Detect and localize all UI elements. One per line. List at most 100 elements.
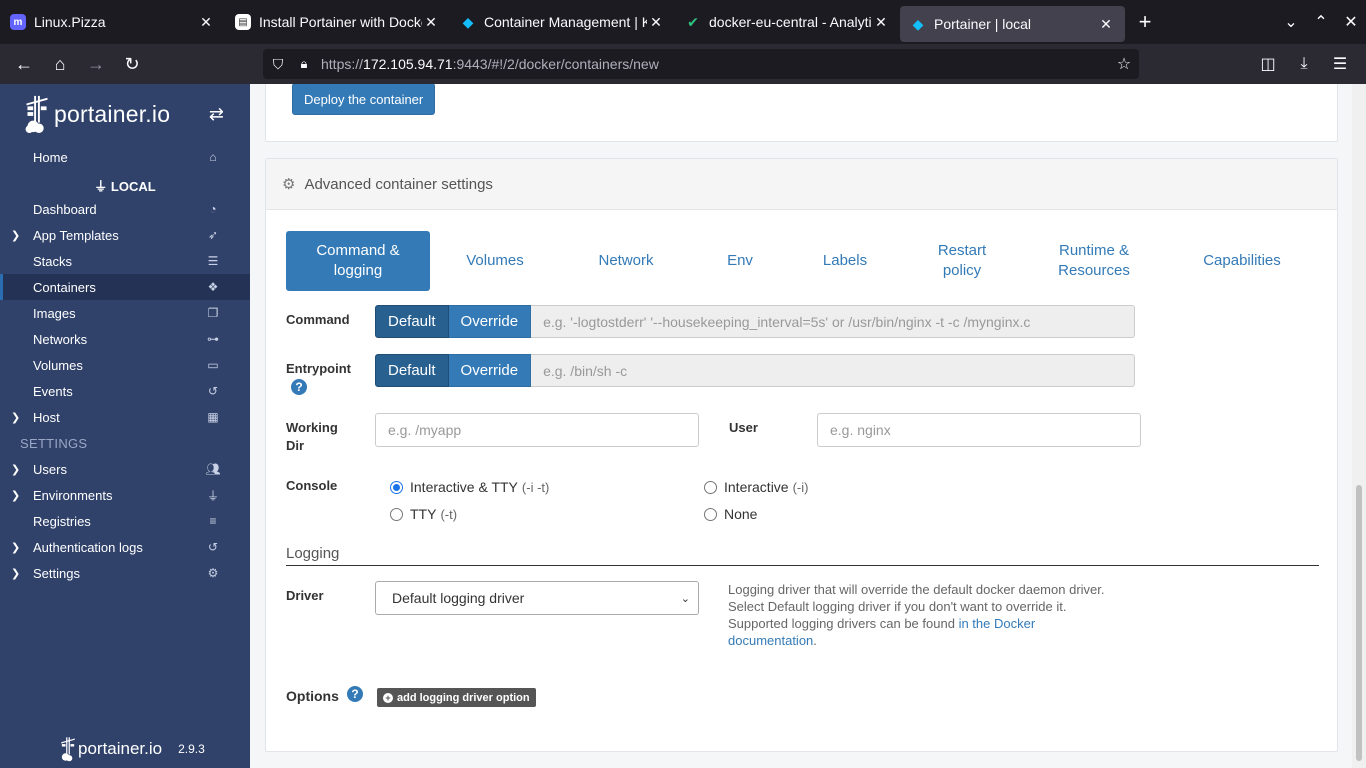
tab-restart-policy[interactable]: Restart policy (926, 231, 998, 291)
settings-section-label: SETTINGS (20, 436, 88, 451)
tab-volumes[interactable]: Volumes (454, 231, 536, 291)
chevron-right-icon[interactable]: ❯ (11, 411, 20, 424)
sidebar-item-label: App Templates (33, 227, 119, 243)
sidebar-item-authentication-logs[interactable]: ❯ Authentication logs ↺ (0, 534, 250, 560)
sidebar-item-label: Events (33, 383, 73, 399)
sidebar-item-home[interactable]: Home ⌂ (0, 144, 250, 170)
sidebar-item-settings[interactable]: ❯ Settings ⚙ (0, 560, 250, 586)
sidebar-item-label: Home (33, 149, 68, 165)
sidebar-item-registries[interactable]: Registries ≡ (0, 508, 250, 534)
new-tab-icon[interactable]: + (1125, 9, 1165, 35)
radio-button[interactable] (390, 480, 403, 494)
console-option-none[interactable]: None (704, 506, 757, 522)
chevron-right-icon[interactable]: ❯ (11, 463, 20, 476)
help-icon[interactable]: ? (291, 379, 307, 395)
sidebar-item-volumes[interactable]: Volumes ▭ (0, 352, 250, 378)
sidebar-item-events[interactable]: Events ↺ (0, 378, 250, 404)
scrollbar-thumb[interactable] (1356, 485, 1362, 761)
tab-list-icon[interactable]: ⌄ (1277, 12, 1305, 32)
lock-icon[interactable]: 🔒︎ (293, 56, 315, 72)
docker-docs-link-cont[interactable]: documentation (728, 633, 813, 648)
sidebar-item-dashboard[interactable]: Dashboard ◔ (0, 196, 250, 222)
add-logging-driver-option-button[interactable]: + add logging driver option (377, 688, 536, 707)
deploy-container-button[interactable]: Deploy the container (292, 84, 436, 115)
docker-docs-link[interactable]: in the Docker (959, 616, 1036, 631)
toggle-sidebar-icon[interactable]: ⇄ (209, 104, 224, 125)
tab-env[interactable]: Env (716, 231, 764, 291)
tab-title: Install Portainer with Docke (259, 14, 422, 30)
sidebar-item-host[interactable]: ❯ Host ▦ (0, 404, 250, 430)
entrypoint-override-button[interactable]: Override (448, 354, 532, 387)
tab-command-logging[interactable]: Command & logging (286, 231, 430, 291)
logging-driver-select[interactable]: Default logging driver ⌄ (375, 581, 699, 615)
browser-tab-portainer-local[interactable]: ◆ Portainer | local ✕ (900, 6, 1125, 42)
maximize-icon[interactable]: ⌃ (1307, 12, 1335, 32)
console-option-interactive-tty[interactable]: Interactive & TTY (-i -t) (390, 479, 549, 495)
chevron-right-icon[interactable]: ❯ (11, 541, 20, 554)
chevron-down-icon: ⌄ (680, 592, 690, 605)
sidebar-item-containers[interactable]: Containers ❖ (0, 274, 250, 300)
footer-brand: portainer.io (78, 739, 163, 758)
command-input[interactable]: e.g. '-logtostderr' '--housekeeping_inte… (531, 305, 1136, 338)
working-dir-label: Working Dir (286, 420, 338, 453)
window-controls: ⌄ ⌃ ✕ (1276, 0, 1366, 44)
menu-icon[interactable]: ☰ (1322, 54, 1358, 74)
sidebar-item-label: Environments (33, 487, 113, 503)
console-option-tty[interactable]: TTY (-t) (390, 506, 457, 522)
radio-button[interactable] (390, 507, 403, 521)
sidebar-item-environments[interactable]: ❯ Environments ⏚ (0, 482, 250, 508)
sidebar-item-networks[interactable]: Networks ⊶ (0, 326, 250, 352)
browser-tab-linux-pizza[interactable]: m Linux.Pizza ✕ (0, 3, 225, 41)
sidebar-item-label: Networks (33, 331, 88, 347)
radio-button[interactable] (704, 480, 717, 494)
chevron-right-icon[interactable]: ❯ (11, 489, 20, 502)
console-option-interactive[interactable]: Interactive (-i) (704, 479, 808, 495)
reload-icon[interactable]: ↻ (114, 54, 150, 75)
brand-logo[interactable]: portainer.io ⇄ (0, 84, 250, 144)
close-icon[interactable]: ✕ (872, 14, 890, 31)
sidebar-item-label: Containers (33, 279, 96, 295)
plus-circle-icon: + (383, 692, 393, 703)
command-default-button[interactable]: Default (375, 305, 449, 338)
close-icon[interactable]: ✕ (197, 14, 215, 31)
download-icon[interactable]: ⤓ (1286, 55, 1322, 73)
sidebar-item-images[interactable]: Images ❐ (0, 300, 250, 326)
history-icon: ↺ (207, 384, 219, 398)
close-icon[interactable]: ✕ (422, 14, 440, 31)
pocket-icon[interactable]: ◫ (1250, 54, 1286, 74)
sidebar-item-users[interactable]: ❯ Users 👥︎ (0, 456, 250, 482)
cubes-icon: ❖ (207, 280, 219, 294)
shield-icon[interactable]: ⛉ (263, 56, 293, 73)
close-icon[interactable]: ✕ (647, 14, 665, 31)
tab-network[interactable]: Network (584, 231, 668, 291)
close-window-icon[interactable]: ✕ (1337, 12, 1365, 32)
browser-tab-install-portainer[interactable]: ▤ Install Portainer with Docke ✕ (225, 3, 450, 41)
tab-runtime-resources[interactable]: Runtime & Resources (1046, 231, 1142, 291)
chevron-right-icon[interactable]: ❯ (11, 567, 20, 580)
radio-button[interactable] (704, 507, 717, 521)
logging-driver-help: Logging driver that will override the de… (728, 582, 1105, 648)
browser-tab-container-management[interactable]: ◆ Container Management | K ✕ (450, 3, 675, 41)
tab-capabilities[interactable]: Capabilities (1190, 231, 1294, 291)
command-label: Command (286, 312, 350, 327)
home-icon[interactable]: ⌂ (42, 54, 78, 75)
forward-icon[interactable]: → (78, 54, 114, 75)
sidebar-item-app-templates[interactable]: ❯ App Templates ➶ (0, 222, 250, 248)
back-icon[interactable]: ← (6, 54, 42, 75)
help-icon[interactable]: ? (347, 686, 363, 702)
tab-title: Portainer | local (934, 16, 1032, 32)
entrypoint-default-button[interactable]: Default (375, 354, 449, 387)
tab-labels[interactable]: Labels (812, 231, 878, 291)
url-text[interactable]: https://172.105.94.71:9443/#!/2/docker/c… (315, 56, 1109, 72)
user-input[interactable]: e.g. nginx (817, 413, 1141, 447)
sidebar-item-stacks[interactable]: Stacks ☰ (0, 248, 250, 274)
command-override-button[interactable]: Override (448, 305, 532, 338)
command-toggle: Default Override e.g. '-logtostderr' '--… (375, 305, 1136, 338)
address-bar[interactable]: ⛉ 🔒︎ https://172.105.94.71:9443/#!/2/doc… (263, 49, 1139, 79)
chevron-right-icon[interactable]: ❯ (11, 229, 20, 242)
browser-tab-analytics[interactable]: ✔ docker-eu-central - Analytic ✕ (675, 3, 900, 41)
bookmark-star-icon[interactable]: ☆ (1109, 54, 1139, 74)
entrypoint-input[interactable]: e.g. /bin/sh -c (531, 354, 1136, 387)
working-dir-input[interactable]: e.g. /myapp (375, 413, 699, 447)
close-icon[interactable]: ✕ (1097, 16, 1115, 33)
